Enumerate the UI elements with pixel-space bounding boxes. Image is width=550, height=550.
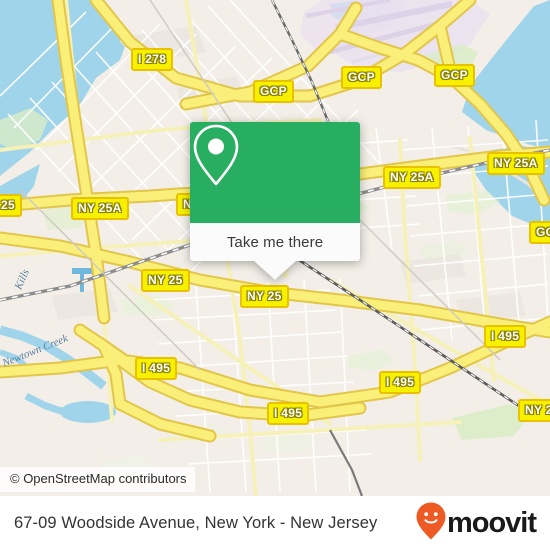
popup-pointer-tail [253,260,297,280]
road-shield-gcp-3: GCP [434,64,475,87]
location-address: 67-09 Woodside Avenue, New York - New Je… [14,513,378,532]
road-shield-ny25-edge-l: 25 [0,194,22,217]
moovit-logo[interactable]: moovit [416,502,537,545]
road-shield-ny25a-left: NY 25A [71,197,129,220]
moovit-wordmark: moovit [446,506,537,539]
road-shield-ny25a-mid: NY 25A [383,166,441,189]
map-screenshot: I 278GCPGCPGCPNY 25ANY 25AGCP25NY 25ANYN… [0,0,550,550]
map-canvas[interactable]: I 278GCPGCPGCPNY 25ANY 25AGCP25NY 25ANYN… [0,0,550,496]
road-shield-ny25-left: NY 25 [141,269,190,292]
road-shield-i495-left: I 495 [135,357,178,380]
road-shield-ny25-right: NY 25 [518,399,550,422]
road-shield-ny25a-right-1: NY 25A [487,152,545,175]
footer-bar: 67-09 Woodside Avenue, New York - New Je… [0,496,550,550]
road-shield-i495-right-1: I 495 [379,371,422,394]
road-shield-ny25-center: NY 25 [240,285,289,308]
road-shield-i278-top: I 278 [131,48,174,71]
location-popup-card[interactable]: Take me there [190,122,360,280]
osm-attribution[interactable]: © OpenStreetMap contributors [0,467,195,492]
take-me-there-label: Take me there [226,233,324,251]
take-me-there-button[interactable]: Take me there [190,223,360,261]
road-shield-i495-right-2: I 495 [484,325,527,348]
road-shield-gcp-1: GCP [253,80,294,103]
moovit-pin-smiley-icon [416,502,446,545]
road-shield-gcp-4: GCP [529,221,550,244]
popup-marker-area [190,122,360,223]
road-shield-i495-center: I 495 [267,402,310,425]
road-shield-gcp-2: GCP [341,66,382,89]
